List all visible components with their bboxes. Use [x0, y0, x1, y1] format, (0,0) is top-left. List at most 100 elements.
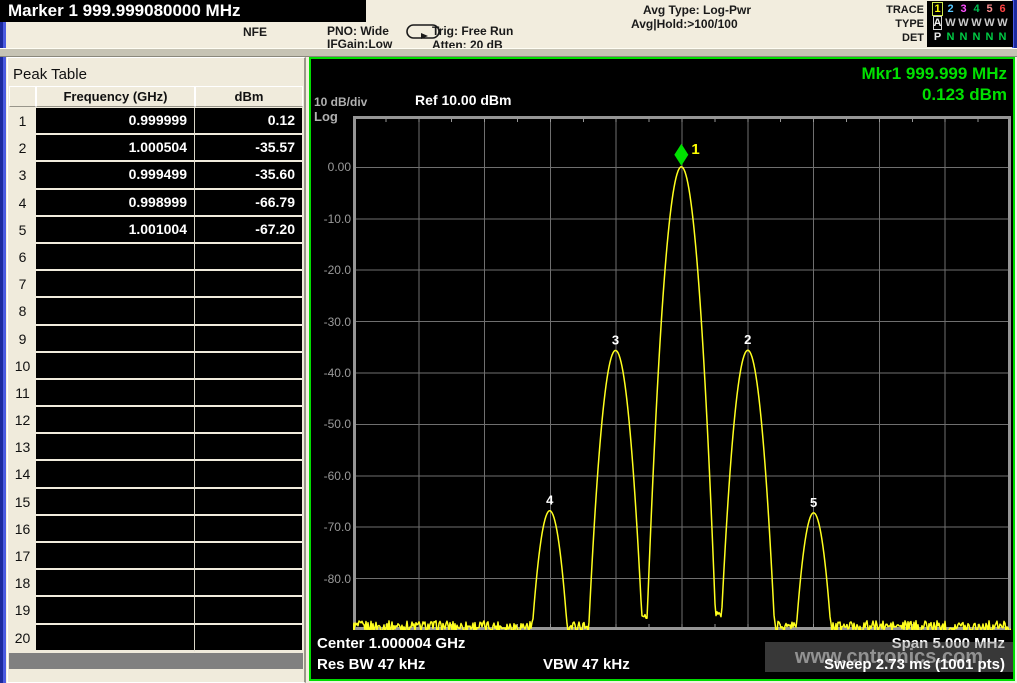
trace-5-indicator[interactable]: 5WN: [983, 2, 996, 46]
dbm-cell: -35.60: [195, 162, 302, 189]
trace-detector: N: [947, 30, 955, 44]
table-row[interactable]: 18: [9, 570, 303, 597]
table-row[interactable]: 11: [9, 380, 303, 407]
y-tick-label: -20.0: [313, 263, 351, 277]
row-number: 19: [9, 597, 36, 624]
analyzer-screen: Marker 1 999.999080000 MHz NFE PNO: Wide…: [0, 0, 1017, 683]
row-number: 3: [9, 162, 36, 189]
trace-number: 2: [947, 2, 953, 16]
table-row[interactable]: 30.999499-35.60: [9, 162, 303, 189]
trace-detector: P: [934, 30, 941, 44]
table-row[interactable]: 19: [9, 597, 303, 624]
dbm-cell: [195, 461, 302, 488]
trace-number: 3: [960, 2, 966, 16]
trace-1-indicator[interactable]: 1AP: [931, 2, 944, 46]
vbw-label: VBW 47 kHz: [543, 656, 630, 673]
peak-table-panel: Peak Table Frequency (GHz) dBm 10.999999…: [7, 57, 306, 683]
frequency-cell: [36, 461, 195, 488]
frequency-cell: [36, 489, 195, 516]
table-row[interactable]: 7: [9, 271, 303, 298]
peak-table-footer-bar: [9, 653, 303, 669]
table-row[interactable]: 15: [9, 489, 303, 516]
peak-number-label: 2: [744, 332, 751, 347]
frequency-cell: [36, 434, 195, 461]
annunciator-avg-hold: Avg|Hold:>100/100: [631, 17, 738, 31]
trace-type: W: [971, 16, 981, 30]
y-tick-label: -30.0: [313, 315, 351, 329]
grid-lines: [353, 116, 1011, 630]
marker-1-diamond: [674, 144, 688, 166]
trace-type: W: [958, 16, 968, 30]
table-row[interactable]: 10.9999990.12: [9, 108, 303, 135]
table-row[interactable]: 8: [9, 298, 303, 325]
table-row[interactable]: 9: [9, 326, 303, 353]
dbm-cell: [195, 353, 302, 380]
trace-6-indicator[interactable]: 6WN: [996, 2, 1009, 46]
peak-table-rows: 10.9999990.1221.000504-35.5730.999499-35…: [9, 108, 303, 652]
detector-label: DET: [860, 31, 924, 45]
table-row[interactable]: 21.000504-35.57: [9, 135, 303, 162]
trace-number: 5: [986, 2, 992, 16]
table-row[interactable]: 6: [9, 244, 303, 271]
trace-number: 6: [999, 2, 1005, 16]
table-row[interactable]: 20: [9, 625, 303, 652]
table-row[interactable]: 16: [9, 516, 303, 543]
sweep-label: Sweep 2.73 ms (1001 pts): [824, 656, 1005, 673]
dbm-cell: [195, 543, 302, 570]
trace-2-indicator[interactable]: 2WN: [944, 2, 957, 46]
row-number: 15: [9, 489, 36, 516]
y-tick-label: -70.0: [313, 520, 351, 534]
row-number: 9: [9, 326, 36, 353]
annunciator-trig: Trig: Free Run: [432, 24, 513, 38]
y-tick-label: 0.00: [313, 160, 351, 174]
trace-detector: N: [999, 30, 1007, 44]
dbm-cell: [195, 516, 302, 543]
row-number: 10: [9, 353, 36, 380]
trace-number: 4: [973, 2, 979, 16]
trace-register-box: 1AP2WN3WN4WN5WN6WN: [927, 1, 1013, 47]
table-row[interactable]: 10: [9, 353, 303, 380]
dbm-cell: [195, 434, 302, 461]
frequency-cell: [36, 271, 195, 298]
peak-table-header: Frequency (GHz) dBm: [9, 86, 303, 107]
row-number: 11: [9, 380, 36, 407]
frequency-cell: 1.001004: [36, 217, 195, 244]
annunciator-nfe: NFE: [243, 25, 267, 39]
frequency-cell: [36, 570, 195, 597]
row-number: 6: [9, 244, 36, 271]
trace-4-indicator[interactable]: 4WN: [970, 2, 983, 46]
trace-register-labels: TRACE TYPE DET: [860, 3, 924, 45]
dbm-cell: -67.20: [195, 217, 302, 244]
y-tick-label: -10.0: [313, 212, 351, 226]
dbm-cell: [195, 489, 302, 516]
frequency-cell: [36, 244, 195, 271]
frequency-cell: [36, 625, 195, 652]
table-row[interactable]: 51.001004-67.20: [9, 217, 303, 244]
frequency-cell: [36, 597, 195, 624]
row-number: 1: [9, 108, 36, 135]
row-number: 20: [9, 625, 36, 652]
frequency-cell: [36, 326, 195, 353]
dbm-cell: [195, 597, 302, 624]
ref-level-label: Ref 10.00 dBm: [415, 92, 511, 108]
trace-type: A: [933, 16, 943, 30]
table-row[interactable]: 17: [9, 543, 303, 570]
spectrum-window[interactable]: Mkr1 999.999 MHz 0.123 dBm 10 dB/div Log…: [309, 57, 1015, 681]
spectrum-plot: 12345: [353, 116, 1011, 630]
frequency-cell: [36, 298, 195, 325]
table-row[interactable]: 40.998999-66.79: [9, 190, 303, 217]
table-row[interactable]: 14: [9, 461, 303, 488]
trace-type: W: [997, 16, 1007, 30]
dbm-cell: [195, 625, 302, 652]
dbm-cell: [195, 326, 302, 353]
frequency-cell: [36, 407, 195, 434]
table-row[interactable]: 12: [9, 407, 303, 434]
row-number: 8: [9, 298, 36, 325]
table-row[interactable]: 13: [9, 434, 303, 461]
scale-per-div-label: 10 dB/div: [314, 95, 367, 109]
trace-label: TRACE: [860, 3, 924, 17]
trace-3-indicator[interactable]: 3WN: [957, 2, 970, 46]
dbm-cell: [195, 298, 302, 325]
row-number: 17: [9, 543, 36, 570]
frequency-cell: [36, 516, 195, 543]
